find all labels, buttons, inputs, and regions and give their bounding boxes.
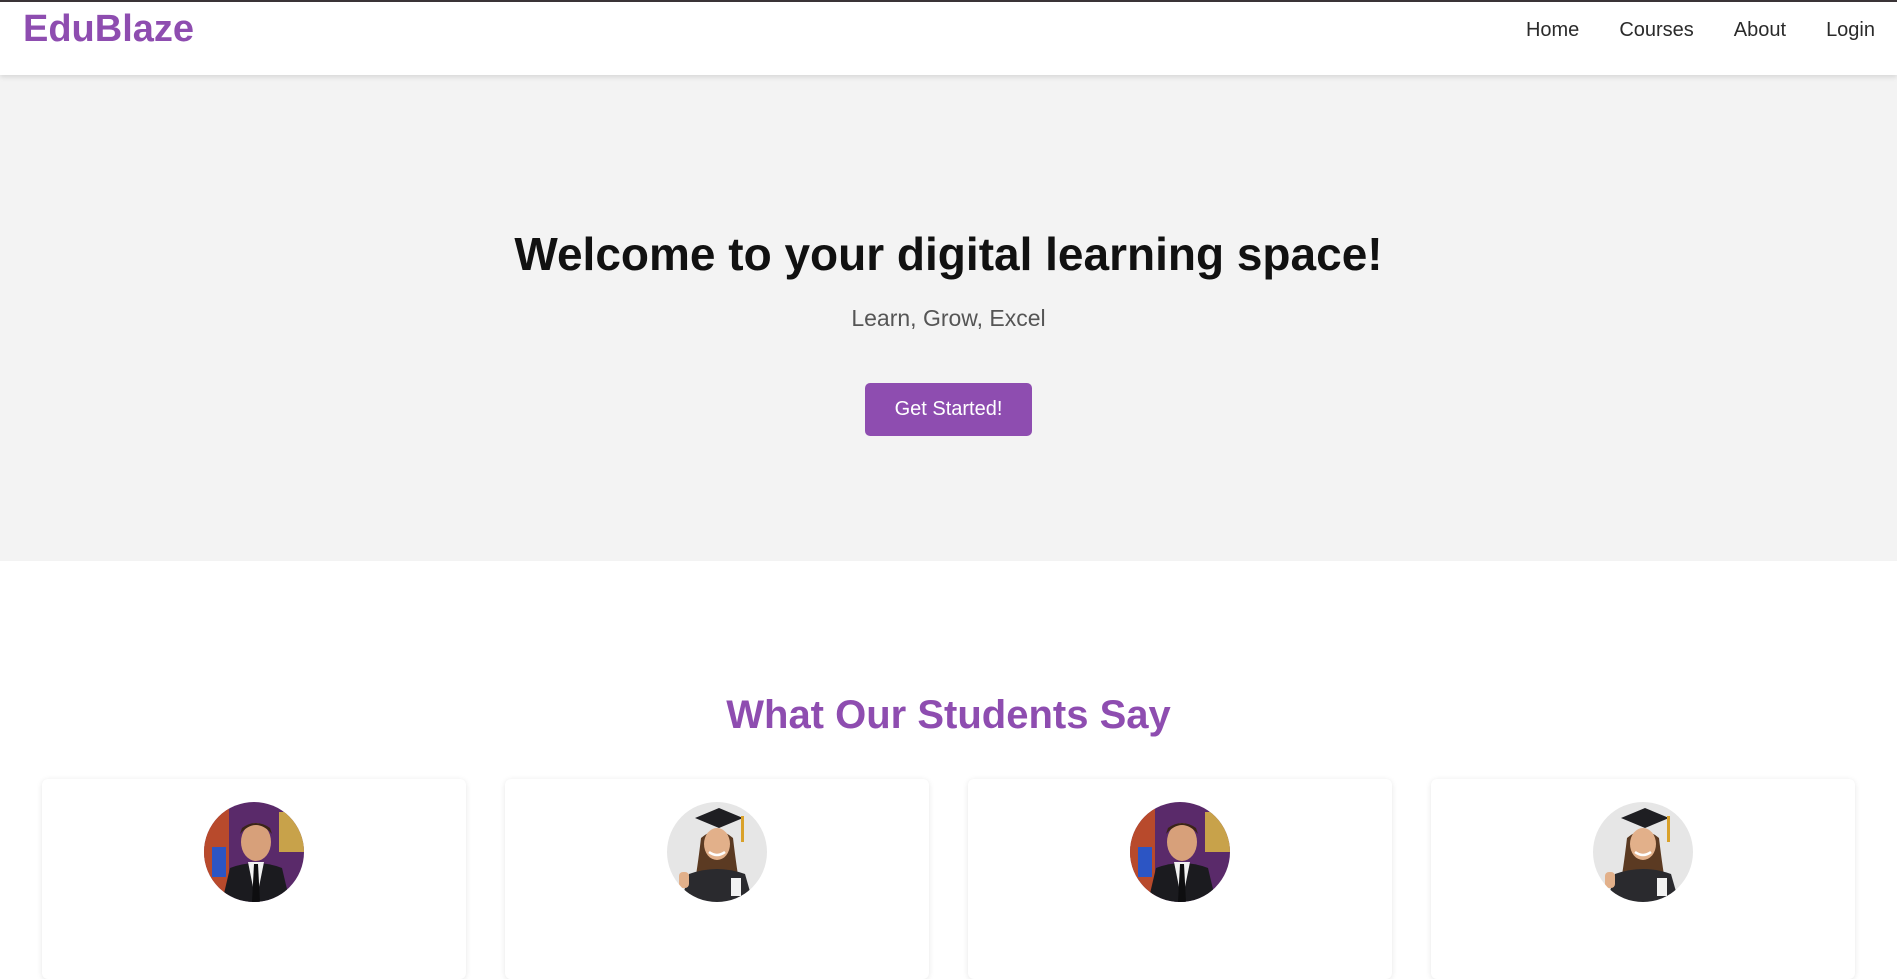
- nav-link-about[interactable]: About: [1734, 16, 1786, 44]
- nav-link-courses[interactable]: Courses: [1619, 16, 1693, 44]
- testimonial-card: [968, 779, 1392, 979]
- female-graduate-avatar: [1593, 802, 1693, 902]
- main-nav: Home Courses About Login: [1486, 16, 1875, 44]
- brand-logo[interactable]: EduBlaze: [23, 6, 194, 52]
- top-navbar: EduBlaze Home Courses About Login: [0, 0, 1897, 75]
- get-started-button[interactable]: Get Started!: [865, 383, 1032, 436]
- testimonials-list: [42, 779, 1855, 979]
- testimonials-title: What Our Students Say: [726, 693, 1171, 737]
- nav-link-home[interactable]: Home: [1526, 16, 1579, 44]
- female-graduate-portrait-icon: [667, 802, 767, 902]
- male-student-avatar: [1130, 802, 1230, 902]
- hero-subtitle: Learn, Grow, Excel: [851, 305, 1046, 331]
- testimonial-card: [1431, 779, 1855, 979]
- male-student-portrait-icon: [1130, 802, 1230, 902]
- hero-title: Welcome to your digital learning space!: [514, 228, 1383, 280]
- testimonial-card: [42, 779, 466, 979]
- nav-link-login[interactable]: Login: [1826, 16, 1875, 44]
- testimonial-card: [505, 779, 929, 979]
- female-graduate-portrait-icon: [1593, 802, 1693, 902]
- female-graduate-avatar: [667, 802, 767, 902]
- hero-section: Welcome to your digital learning space! …: [0, 75, 1897, 561]
- male-student-portrait-icon: [204, 802, 304, 902]
- male-student-avatar: [204, 802, 304, 902]
